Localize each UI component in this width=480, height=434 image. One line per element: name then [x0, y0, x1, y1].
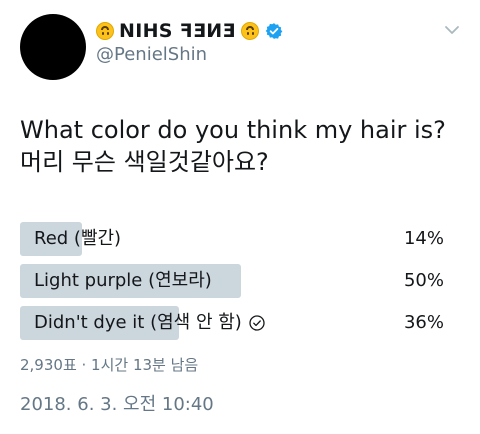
tweet-text: What color do you think my hair is? 머리 무… — [20, 114, 470, 178]
verified-badge-icon — [265, 23, 283, 39]
chevron-down-icon[interactable] — [444, 22, 460, 38]
display-name: NIHS ꟻƎИƎ — [119, 20, 236, 42]
display-name-row[interactable]: NIHS ꟻƎИƎ — [96, 18, 283, 44]
tweet-text-line: What color do you think my hair is? — [20, 116, 446, 144]
poll-option-label: Red (빨간) — [34, 228, 122, 249]
poll-option-red: Red (빨간) 14% — [20, 222, 460, 256]
tweet-timestamp[interactable]: 2018. 6. 3. 오전 10:40 — [20, 390, 214, 416]
poll-option-percent: 36% — [403, 312, 444, 333]
poll-meta: 2,930표 · 1시간 13분 남음 — [20, 356, 199, 374]
poll-option-light-purple: Light purple (연보라) 50% — [20, 264, 460, 298]
poll-option-label: Light purple (연보라) — [34, 270, 212, 291]
avatar[interactable] — [20, 14, 86, 80]
poll-option-label: Didn't dye it (염색 안 함) — [34, 306, 265, 340]
selected-check-icon — [249, 315, 265, 331]
poll-option-percent: 50% — [403, 270, 444, 291]
poll-option-didnt-dye: Didn't dye it (염색 안 함) 36% — [20, 306, 460, 340]
upside-down-face-emoji-icon — [96, 22, 114, 40]
tweet-text-line: 머리 무슨 색일것같아요? — [20, 148, 269, 176]
poll-option-percent: 14% — [403, 228, 444, 249]
user-handle[interactable]: @PenielShin — [96, 44, 207, 65]
upside-down-face-emoji-icon — [240, 22, 259, 40]
